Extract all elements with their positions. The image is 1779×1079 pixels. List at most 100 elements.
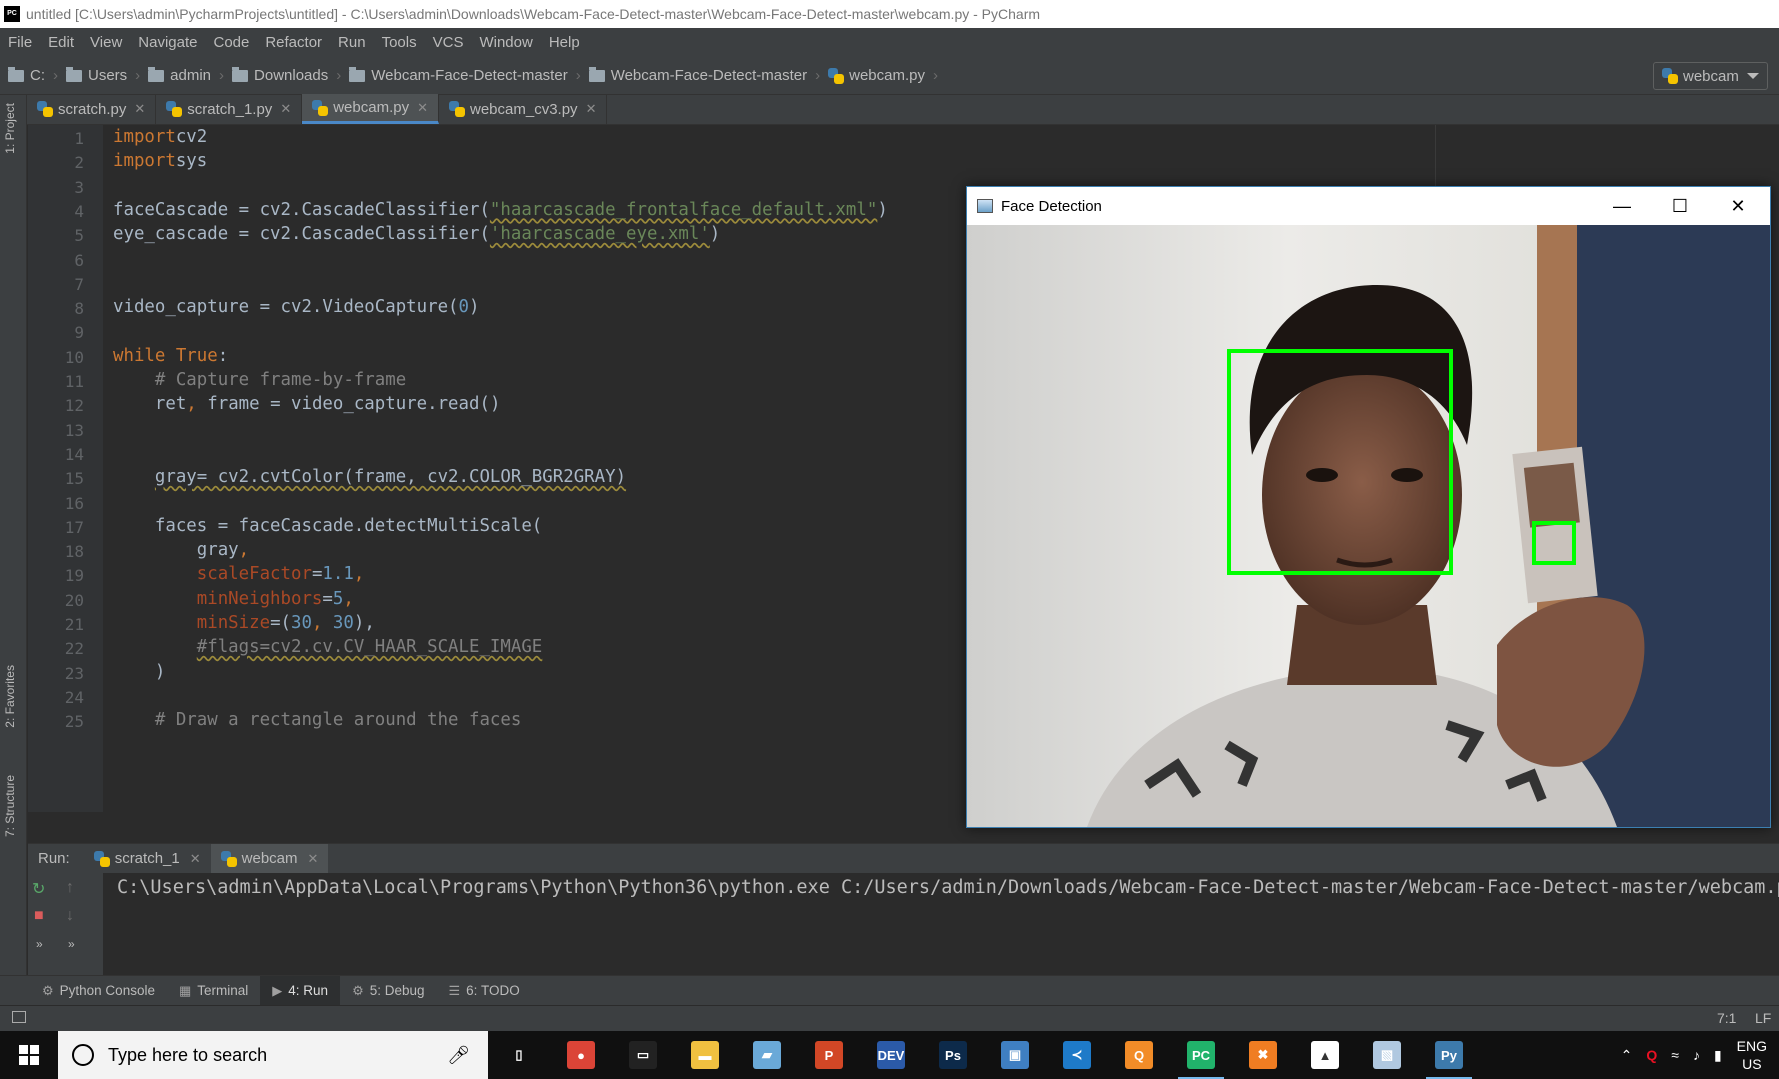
code-line[interactable]: minNeighbors=5, bbox=[113, 589, 354, 609]
photos-icon[interactable]: ▲ bbox=[1294, 1031, 1356, 1079]
menu-navigate[interactable]: Navigate bbox=[130, 34, 205, 51]
editor-tab[interactable]: webcam.py ✕ bbox=[302, 94, 439, 124]
tool-window-terminal[interactable]: ▦ Terminal bbox=[167, 976, 260, 1006]
minimize-button[interactable]: — bbox=[1593, 187, 1651, 225]
editor-tab[interactable]: scratch_1.py ✕ bbox=[156, 94, 303, 124]
stop-icon[interactable]: ■ bbox=[34, 907, 44, 925]
close-tab-icon[interactable]: ✕ bbox=[280, 101, 291, 117]
breadcrumb-item[interactable]: Webcam-Face-Detect-master › bbox=[349, 66, 581, 84]
run-tab[interactable]: webcam ✕ bbox=[210, 843, 329, 874]
xampp-icon[interactable]: ✖ bbox=[1232, 1031, 1294, 1079]
chevron-up-icon[interactable]: ⌃ bbox=[1621, 1047, 1633, 1064]
taskbar-search[interactable]: Type here to search 🎤︎ bbox=[58, 1031, 488, 1079]
run-tab[interactable]: scratch_1 ✕ bbox=[84, 844, 211, 874]
breadcrumb-item[interactable]: C: › bbox=[8, 66, 58, 84]
tray-app-icon[interactable]: Q bbox=[1646, 1047, 1657, 1063]
toggle-tool-windows-icon[interactable] bbox=[12, 1011, 26, 1023]
menu-vcs[interactable]: VCS bbox=[425, 34, 472, 51]
powerpoint-icon[interactable]: P bbox=[798, 1031, 860, 1079]
code-line[interactable]: while True: bbox=[113, 346, 228, 366]
breadcrumb-item[interactable]: Webcam-Face-Detect-master › bbox=[588, 66, 820, 84]
pycharm-icon[interactable]: PC bbox=[1170, 1031, 1232, 1079]
code-line[interactable]: gray, bbox=[113, 540, 249, 560]
code-line[interactable]: minSize=(30, 30), bbox=[113, 613, 375, 633]
code-line[interactable]: eye_cascade = cv2.CascadeClassifier('haa… bbox=[113, 224, 720, 244]
code-line[interactable]: video_capture = cv2.VideoCapture(0) bbox=[113, 297, 479, 317]
run-console-output[interactable]: C:\Users\admin\AppData\Local\Programs\Py… bbox=[103, 873, 1779, 975]
code-line[interactable]: # Draw a rectangle around the faces bbox=[113, 710, 521, 730]
tool-window-debug[interactable]: ⚙ 5: Debug bbox=[340, 976, 436, 1006]
expand-icon[interactable]: » bbox=[36, 937, 43, 951]
breadcrumb-item[interactable]: webcam.py › bbox=[828, 67, 938, 84]
side-tab-project[interactable]: 1: Project bbox=[3, 103, 17, 154]
menu-code[interactable]: Code bbox=[205, 34, 257, 51]
menu-window[interactable]: Window bbox=[471, 34, 540, 51]
photoshop-icon[interactable]: Ps bbox=[922, 1031, 984, 1079]
menu-run[interactable]: Run bbox=[330, 34, 374, 51]
python-icon[interactable]: Py bbox=[1418, 1031, 1480, 1079]
volume-icon[interactable]: ♪ bbox=[1693, 1047, 1700, 1063]
qt-icon[interactable]: Q bbox=[1108, 1031, 1170, 1079]
notepad-icon[interactable]: ▰ bbox=[736, 1031, 798, 1079]
battery-icon[interactable]: ▮ bbox=[1714, 1047, 1722, 1064]
code-line[interactable]: ) bbox=[113, 662, 165, 682]
code-line[interactable]: gray= cv2.cvtColor(frame, cv2.COLOR_BGR2… bbox=[113, 467, 626, 487]
menu-file[interactable]: File bbox=[0, 34, 40, 51]
close-tab-icon[interactable]: ✕ bbox=[586, 101, 597, 117]
menu-edit[interactable]: Edit bbox=[40, 34, 82, 51]
close-tab-icon[interactable]: ✕ bbox=[417, 100, 428, 116]
tool-window-run[interactable]: ▶ 4: Run bbox=[260, 975, 341, 1006]
chrome-icon[interactable]: ● bbox=[550, 1031, 612, 1079]
code-line[interactable]: faces = faceCascade.detectMultiScale( bbox=[113, 516, 542, 536]
breadcrumb-separator: › bbox=[933, 67, 938, 84]
remote-icon[interactable]: ▣ bbox=[984, 1031, 1046, 1079]
run-config-dropdown[interactable]: webcam bbox=[1653, 62, 1768, 90]
code-line[interactable]: ret, frame = video_capture.read() bbox=[113, 394, 501, 414]
arrow-up-icon[interactable]: ↑ bbox=[66, 879, 74, 897]
line-separator[interactable]: LF bbox=[1755, 1010, 1771, 1026]
close-tab-icon[interactable]: ✕ bbox=[134, 101, 145, 117]
code-token: : bbox=[217, 345, 229, 366]
breadcrumb-item[interactable]: admin › bbox=[148, 66, 224, 84]
line-number: 12 bbox=[64, 396, 84, 416]
vscode-icon[interactable]: ≺ bbox=[1046, 1031, 1108, 1079]
code-line[interactable]: scaleFactor=1.1, bbox=[113, 564, 365, 584]
wifi-icon[interactable]: ≈ bbox=[1671, 1047, 1679, 1063]
tool-window-python-console[interactable]: ⚙ Python Console bbox=[30, 976, 167, 1006]
start-button[interactable] bbox=[0, 1031, 58, 1079]
code-line[interactable]: #flags=cv2.cv.CV_HAAR_SCALE_IMAGE bbox=[113, 637, 543, 657]
devcpp-icon[interactable]: DEV bbox=[860, 1031, 922, 1079]
explorer-icon[interactable]: ▬ bbox=[674, 1031, 736, 1079]
pycharm-app-icon bbox=[4, 6, 20, 22]
menu-help[interactable]: Help bbox=[541, 34, 588, 51]
image-icon[interactable]: ▧ bbox=[1356, 1031, 1418, 1079]
rerun-icon[interactable]: ↻ bbox=[32, 879, 45, 899]
input-language[interactable]: ENG US bbox=[1737, 1037, 1767, 1073]
cmd-icon[interactable]: ▭ bbox=[612, 1031, 674, 1079]
menu-tools[interactable]: Tools bbox=[374, 34, 425, 51]
editor-tab[interactable]: scratch.py ✕ bbox=[27, 94, 157, 124]
code-line[interactable]: # Capture frame-by-frame bbox=[113, 370, 406, 390]
code-line[interactable]: faceCascade = cv2.CascadeClassifier("haa… bbox=[113, 200, 888, 220]
editor-tab[interactable]: webcam_cv3.py ✕ bbox=[439, 94, 608, 124]
code-line[interactable]: importcv2 bbox=[113, 127, 207, 147]
arrow-down-icon[interactable]: ↓ bbox=[66, 907, 74, 925]
face-detection-window[interactable]: Face Detection — ☐ ✕ bbox=[966, 186, 1771, 828]
run-tab-label: webcam bbox=[241, 850, 298, 867]
side-tab-favorites[interactable]: 2: Favorites bbox=[3, 665, 17, 728]
task-view-icon[interactable]: ▯ bbox=[488, 1031, 550, 1079]
close-button[interactable]: ✕ bbox=[1709, 187, 1767, 225]
code-line[interactable]: importsys bbox=[113, 151, 207, 171]
microphone-icon[interactable]: 🎤︎ bbox=[447, 1045, 470, 1066]
side-tab-structure[interactable]: 7: Structure bbox=[3, 775, 17, 837]
tool-window-todo[interactable]: ☰ 6: TODO bbox=[437, 976, 532, 1006]
breadcrumb-item[interactable]: Downloads › bbox=[232, 66, 341, 84]
menu-refactor[interactable]: Refactor bbox=[257, 34, 330, 51]
breadcrumb-item[interactable]: Users › bbox=[66, 66, 140, 84]
more-icon[interactable]: » bbox=[68, 937, 75, 951]
close-tab-icon[interactable]: ✕ bbox=[190, 851, 201, 867]
menu-view[interactable]: View bbox=[82, 34, 130, 51]
maximize-button[interactable]: ☐ bbox=[1651, 187, 1709, 225]
close-tab-icon[interactable]: ✕ bbox=[308, 851, 319, 867]
caret-position[interactable]: 7:1 bbox=[1717, 1010, 1736, 1026]
